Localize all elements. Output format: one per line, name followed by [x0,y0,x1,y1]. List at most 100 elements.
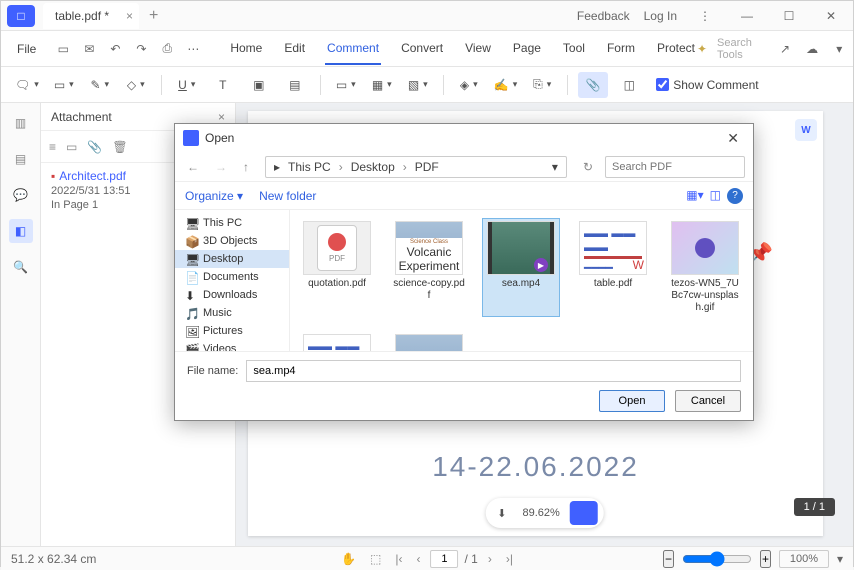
select-tool-icon[interactable]: ⬚ [366,550,385,568]
text-tool[interactable]: T [208,72,238,98]
pencil-tool[interactable]: ✎▾ [85,72,115,98]
rect-tool[interactable]: ▭▾ [331,72,361,98]
file-tile[interactable]: ▶sea.mp4 [482,218,560,317]
nav-forward-button[interactable]: → [211,158,231,176]
share-icon[interactable]: ↗ [776,38,793,60]
zoom-dropdown-icon[interactable]: ▾ [837,552,843,566]
tree-item-music[interactable]: 🎵Music [175,304,289,322]
expand-icon[interactable]: ▾ [831,38,848,60]
more-quick-icon[interactable]: ⋯ [182,38,204,60]
panel-close-icon[interactable]: × [218,110,225,124]
redo-icon[interactable]: ↷ [130,38,152,60]
nav-back-button[interactable]: ← [183,158,203,176]
cancel-button[interactable]: Cancel [675,390,741,412]
cloud-icon[interactable]: ☁ [804,38,821,60]
zoom-slider[interactable] [682,551,752,567]
last-page-button[interactable]: ›| [502,550,517,568]
file-menu[interactable]: File [7,38,46,60]
tree-item-downloads[interactable]: ⬇Downloads [175,286,289,304]
file-tile[interactable]: PDFquotation.pdf [298,218,376,317]
first-page-button[interactable]: |‹ [391,550,406,568]
bookmarks-icon[interactable]: ▤ [9,147,33,171]
file-tile[interactable]: Science ClassVolcanic Experimentscience-… [390,218,468,317]
word-badge-icon[interactable]: W [795,119,817,141]
stamp2-tool[interactable]: ◈▾ [454,72,484,98]
compare-tool[interactable]: ◫ [614,72,644,98]
file-tile[interactable]: Science Class [390,331,468,351]
organize-menu[interactable]: Organize ▾ [185,189,243,203]
menu-tab-tool[interactable]: Tool [561,33,587,65]
breadcrumb[interactable]: ▸ This PC› Desktop› PDF ▾ [265,156,567,178]
search-tools-input[interactable]: Search Tools [717,37,766,61]
callout-tool[interactable]: ▤ [280,72,310,98]
textbox-tool[interactable]: ▣ [244,72,274,98]
nav-up-button[interactable]: ↑ [239,158,253,176]
tab-close-icon[interactable]: × [126,9,133,23]
minimize-button[interactable]: — [733,2,761,30]
underline-tool[interactable]: U▾ [172,72,202,98]
panel-add-icon[interactable]: ▭ [66,140,77,154]
save-icon[interactable]: ✉ [78,38,100,60]
dialog-close-button[interactable]: ✕ [721,128,745,149]
note-tool[interactable]: 🗨▾ [11,72,43,98]
panel-list-icon[interactable]: ≡ [49,140,56,154]
thumbnails-icon[interactable]: ▥ [9,111,33,135]
area-tool[interactable]: ▧▾ [403,72,433,98]
help-icon[interactable]: ? [727,188,743,204]
filename-input[interactable] [246,360,741,382]
panel-delete-icon[interactable]: 🗑 [112,140,127,154]
preview-pane-icon[interactable]: ◫ [710,188,721,204]
download-icon[interactable]: ⬇ [489,507,514,520]
file-tile[interactable]: tezos-WN5_7UBc7cw-unsplash.gif [666,218,744,317]
dialog-search-input[interactable] [605,156,745,178]
tree-item-documents[interactable]: 📄Documents [175,268,289,286]
zoom-percent[interactable]: 100% [779,550,829,568]
file-tile[interactable]: ▬▬ ▬▬ ▬▬━━━━━━━━W [298,331,376,351]
stamp-tool[interactable]: ▭▾ [49,72,79,98]
close-window-button[interactable]: ✕ [817,2,845,30]
menu-tab-edit[interactable]: Edit [282,33,307,65]
menu-tab-form[interactable]: Form [605,33,637,65]
zoom-in-button[interactable]: + [760,550,771,568]
menu-tab-comment[interactable]: Comment [325,33,381,65]
tree-item-pictures[interactable]: 🖼Pictures [175,322,289,340]
comments-icon[interactable]: 💬 [9,183,33,207]
view-mode-icon[interactable]: ▦▾ [686,188,703,204]
file-tile[interactable]: ▬▬ ▬▬ ▬▬━━━━━━━━Wtable.pdf [574,218,652,317]
login-link[interactable]: Log In [644,9,677,23]
attachment-tool[interactable]: 📎 [578,72,608,98]
open-button[interactable]: Open [599,390,665,412]
feedback-link[interactable]: Feedback [577,9,630,23]
hand-tool-icon[interactable]: ✋ [337,550,360,568]
eraser-tool[interactable]: ◇▾ [121,72,151,98]
new-tab-button[interactable]: + [149,7,158,25]
zoom-handle[interactable] [570,501,598,525]
search-panel-icon[interactable]: 🔍 [9,255,33,279]
tree-item-desktop[interactable]: 🖥Desktop [175,250,289,268]
magic-icon[interactable]: ✦ [697,42,707,56]
measure-tool[interactable]: ▦▾ [367,72,397,98]
refresh-button[interactable]: ↻ [579,158,597,176]
next-page-button[interactable]: › [484,550,496,568]
sign-tool[interactable]: ✍▾ [490,72,521,98]
menu-tab-convert[interactable]: Convert [399,33,445,65]
show-comment-toggle[interactable]: Show Comment [656,78,758,92]
show-comment-checkbox[interactable] [656,78,669,91]
zoom-out-button[interactable]: − [663,550,674,568]
tree-item-this-pc[interactable]: 🖥This PC [175,214,289,232]
page-number-input[interactable] [430,550,458,568]
new-folder-button[interactable]: New folder [259,189,316,203]
link-tool[interactable]: ⎘▾ [527,72,557,98]
undo-icon[interactable]: ↶ [104,38,126,60]
tree-item-videos[interactable]: 🎬Videos [175,340,289,351]
open-icon[interactable]: ▭ [52,38,74,60]
panel-clip-icon[interactable]: 📎 [87,140,102,154]
maximize-button[interactable]: ☐ [775,2,803,30]
more-icon[interactable]: ⋮ [691,2,719,30]
attachments-icon[interactable]: ◧ [9,219,33,243]
menu-tab-protect[interactable]: Protect [655,33,697,65]
document-tab[interactable]: table.pdf * × [43,3,139,29]
menu-tab-view[interactable]: View [463,33,493,65]
tree-item-3d-objects[interactable]: 📦3D Objects [175,232,289,250]
prev-page-button[interactable]: ‹ [412,550,424,568]
